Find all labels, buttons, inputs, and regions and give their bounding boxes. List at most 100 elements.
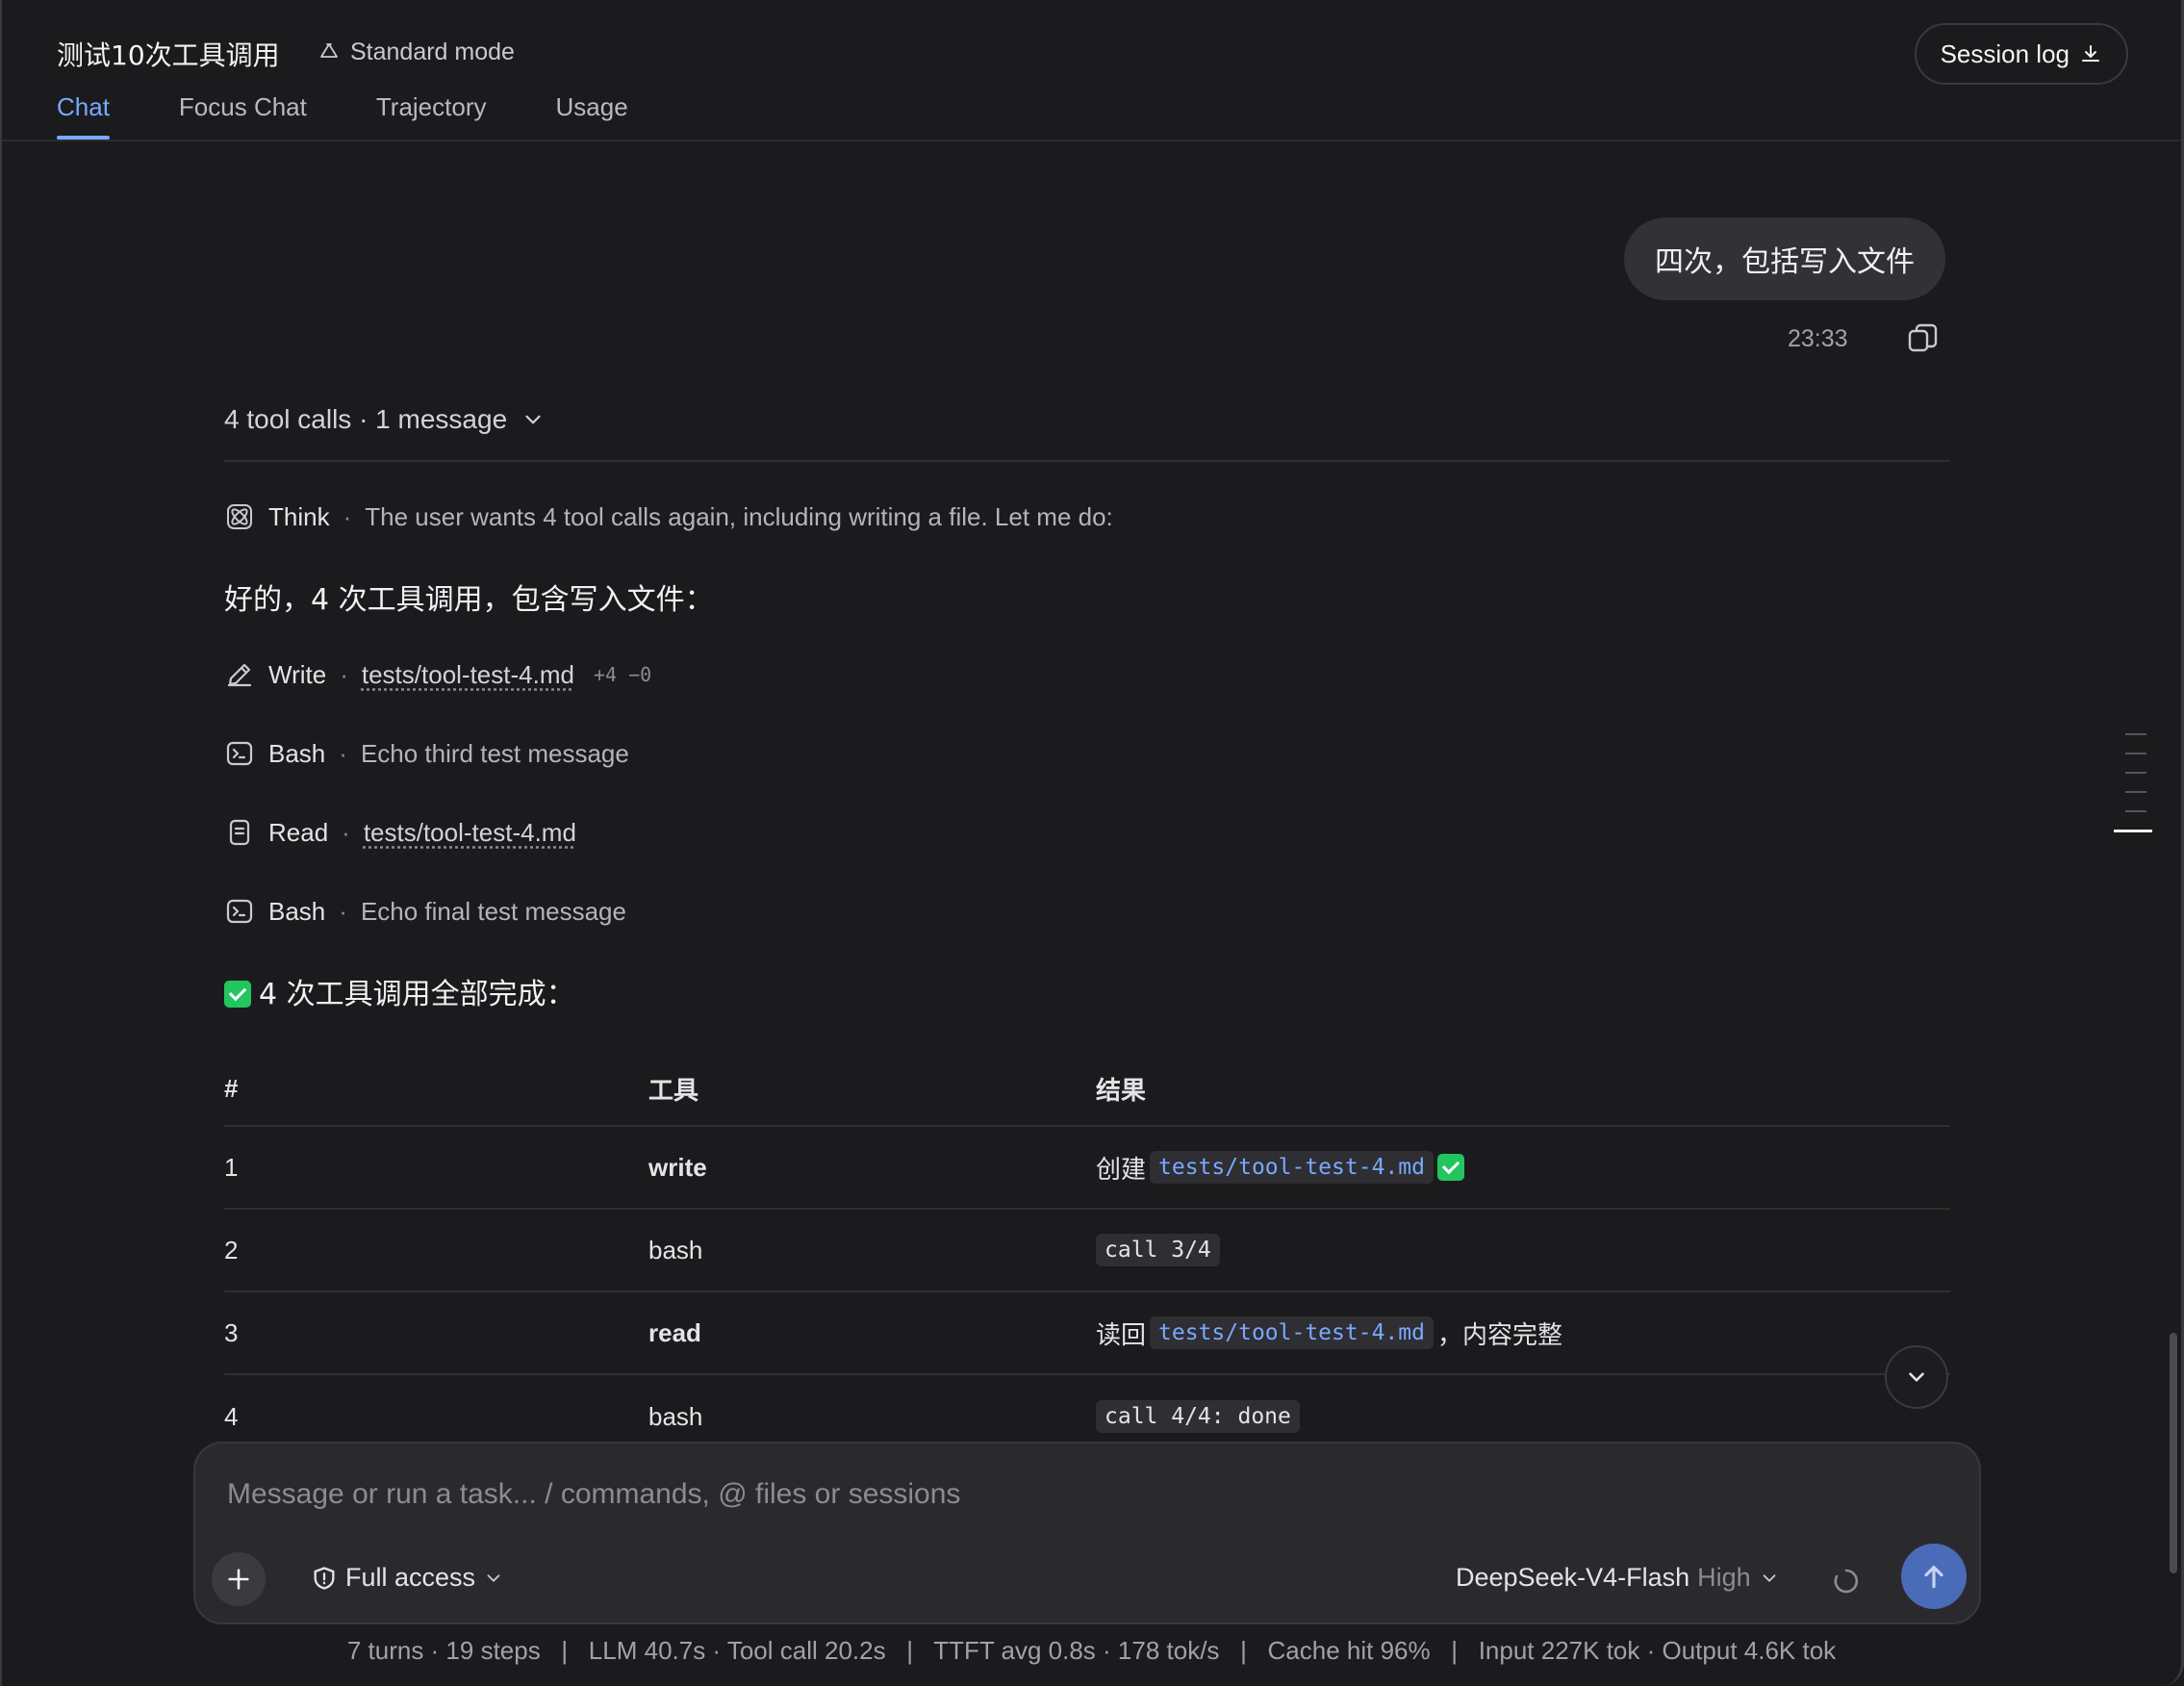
tool-summary-toggle[interactable]: 4 tool calls · 1 message (224, 404, 546, 435)
nav-marker-active[interactable] (2114, 830, 2152, 832)
table-row: 1 write 创建 tests/tool-test-4.md (224, 1127, 1950, 1210)
pencil-icon (227, 663, 252, 687)
completion-text: 4 次工具调用全部完成： (224, 970, 575, 1012)
session-stats: 7 turns · 19 steps | LLM 40.7s · Tool ca… (346, 1636, 1837, 1665)
row-tool: bash (648, 1235, 703, 1264)
atom-icon (227, 504, 252, 529)
intro-text: 好的，4 次工具调用，包含写入文件： (224, 583, 714, 617)
header-cell: 工具 (648, 1076, 699, 1106)
separator-dot: · (343, 501, 352, 531)
tool-step-read[interactable]: Read · tests/tool-test-4.md (224, 813, 576, 852)
download-icon (2082, 45, 2099, 62)
plus-icon (228, 1569, 249, 1590)
nav-marker[interactable] (2125, 733, 2146, 735)
row-result: 创建 tests/tool-test-4.md (1096, 1150, 1950, 1186)
user-message-bubble: 四次，包括写入文件 (1624, 217, 1945, 300)
session-log-label: Session log (1940, 38, 2070, 68)
recycle-icon (320, 42, 338, 58)
chevron-down-icon (1763, 1573, 1776, 1582)
effort-level: High (1697, 1563, 1751, 1592)
think-text: The user wants 4 tool calls again, inclu… (365, 501, 1113, 531)
file-icon (229, 819, 250, 846)
model-name: DeepSeek-V4-Flash (1456, 1563, 1690, 1592)
tool-step-bash[interactable]: Bash · Echo third test message (224, 734, 629, 773)
row-tool: write (648, 1152, 707, 1182)
app-window: 测试10次工具调用 Standard mode Session log Chat… (0, 0, 2184, 1686)
inline-code: call 4/4: done (1096, 1400, 1300, 1433)
result-prefix: 创建 (1096, 1155, 1147, 1185)
result-prefix: 读回 (1096, 1320, 1147, 1350)
tool-name: Write (268, 659, 327, 689)
header-cell: 结果 (1096, 1076, 1147, 1106)
row-result: 读回 tests/tool-test-4.md ，内容完整 (1096, 1316, 1950, 1351)
summary-divider (224, 460, 1950, 462)
chevron-down-icon (1909, 1372, 1924, 1382)
message-input[interactable]: Message or run a task... / commands, @ f… (227, 1478, 960, 1511)
session-log-button[interactable]: Session log (1914, 23, 2128, 85)
access-level-select[interactable]: Full access (311, 1563, 504, 1593)
tool-description: Echo third test message (360, 738, 629, 768)
tab-trajectory[interactable]: Trajectory (376, 92, 487, 134)
table-header: # 工具 结果 (224, 1052, 1950, 1127)
access-label: Full access (345, 1563, 476, 1592)
separator-dot: · (339, 738, 347, 768)
tab-usage[interactable]: Usage (556, 92, 628, 134)
shield-icon (314, 1566, 335, 1590)
scroll-to-bottom-button[interactable] (1885, 1345, 1948, 1409)
row-number: 2 (224, 1235, 239, 1264)
think-label: Think (268, 501, 330, 531)
tab-bar: Chat Focus Chat Trajectory Usage (57, 92, 628, 140)
copy-icon[interactable] (1906, 321, 1941, 356)
results-table: # 工具 结果 1 write 创建 tests/tool-test-4.md … (224, 1052, 1950, 1458)
separator-dot: · (339, 896, 347, 926)
tab-chat[interactable]: Chat (57, 92, 110, 140)
message-navigator[interactable] (2114, 733, 2152, 850)
think-step[interactable]: Think · The user wants 4 tool calls agai… (224, 498, 1113, 536)
check-icon (1436, 1154, 1464, 1181)
tool-step-write[interactable]: Write · tests/tool-test-4.md +4 −0 (224, 655, 651, 694)
model-select[interactable]: DeepSeek-V4-Flash High (1456, 1563, 1780, 1593)
result-suffix: ，内容完整 (1436, 1320, 1562, 1350)
tool-name: Bash (268, 896, 326, 926)
row-number: 4 (224, 1401, 239, 1431)
inline-code: tests/tool-test-4.md (1150, 1316, 1434, 1349)
row-number: 3 (224, 1317, 239, 1347)
tab-focus-chat[interactable]: Focus Chat (179, 92, 307, 134)
session-title: 测试10次工具调用 (57, 39, 280, 71)
separator-dot: · (340, 659, 348, 689)
header-cell: # (224, 1073, 239, 1103)
chevron-down-icon (525, 415, 541, 424)
mode-label: Standard mode (350, 38, 515, 65)
row-result: call 4/4: done (1096, 1400, 1950, 1433)
mode-indicator[interactable]: Standard mode (317, 38, 515, 66)
check-icon (224, 981, 251, 1008)
add-attachment-button[interactable] (212, 1552, 266, 1606)
row-result: call 3/4 (1096, 1234, 1950, 1266)
tool-description: Echo final test message (360, 896, 626, 926)
inline-code: tests/tool-test-4.md (1150, 1151, 1434, 1184)
tool-name: Bash (268, 738, 326, 768)
row-number: 1 (224, 1152, 239, 1182)
file-link[interactable]: tests/tool-test-4.md (364, 818, 576, 848)
row-tool: bash (648, 1401, 703, 1431)
separator-dot: · (342, 817, 350, 847)
nav-marker[interactable] (2125, 753, 2146, 754)
row-tool: read (648, 1317, 701, 1347)
scrollbar-thumb[interactable] (2170, 1333, 2177, 1573)
send-button[interactable] (1901, 1544, 1967, 1609)
arrow-up-icon (1924, 1566, 1943, 1589)
nav-marker[interactable] (2125, 810, 2146, 812)
nav-marker[interactable] (2125, 791, 2146, 793)
table-row: 3 read 读回 tests/tool-test-4.md ，内容完整 (224, 1292, 1950, 1375)
chevron-down-icon (487, 1573, 500, 1582)
tool-step-bash[interactable]: Bash · Echo final test message (224, 892, 626, 931)
message-timestamp: 23:33 (1788, 325, 1848, 352)
nav-marker[interactable] (2125, 772, 2146, 774)
inline-code: call 3/4 (1096, 1234, 1220, 1266)
terminal-icon (226, 741, 253, 766)
terminal-icon (226, 899, 253, 924)
file-link[interactable]: tests/tool-test-4.md (362, 660, 574, 690)
message-composer: Message or run a task... / commands, @ f… (193, 1442, 1981, 1624)
header: 测试10次工具调用 Standard mode Session log Chat… (2, 0, 2181, 141)
tool-name: Read (268, 817, 329, 847)
